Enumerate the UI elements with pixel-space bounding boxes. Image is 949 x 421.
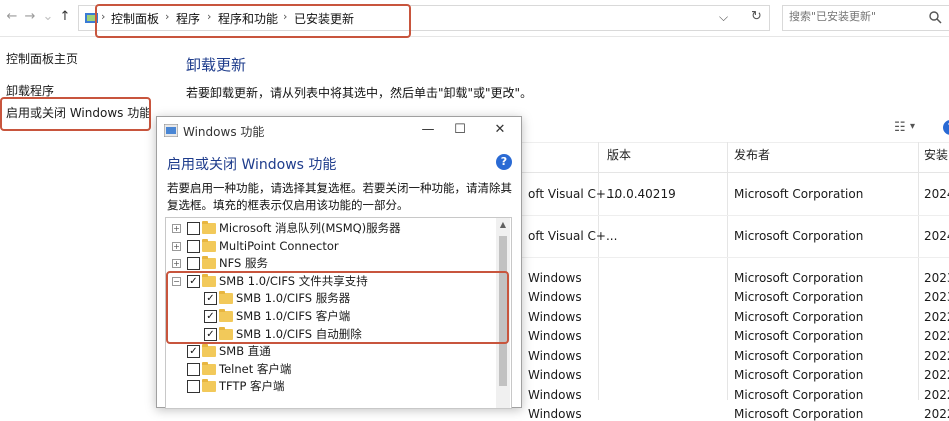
update-publisher[interactable]: Microsoft Corporation — [734, 229, 863, 243]
dialog-title: Windows 功能 — [183, 125, 265, 139]
update-name[interactable]: oft Visual C+... — [528, 229, 617, 243]
feature-item[interactable]: + Microsoft 消息队列(MSMQ)服务器 — [166, 220, 496, 237]
feature-label: Telnet 客户端 — [219, 361, 292, 376]
update-publisher[interactable]: Microsoft Corporation — [734, 290, 863, 304]
update-date[interactable]: 2023 — [924, 271, 949, 285]
row-divider — [520, 257, 949, 258]
dialog-help-icon[interactable]: ? — [496, 154, 512, 170]
update-name[interactable]: Windows — [528, 329, 582, 343]
expand-icon[interactable]: + — [172, 241, 181, 251]
update-publisher[interactable]: Microsoft Corporation — [734, 349, 863, 363]
address-highlight-box — [95, 4, 411, 38]
update-name[interactable]: Windows — [528, 407, 582, 421]
update-name[interactable]: Windows — [528, 349, 582, 363]
view-dropdown-icon[interactable]: ▾ — [910, 121, 915, 132]
header-divider — [520, 172, 949, 173]
search-input[interactable] — [787, 9, 921, 24]
dialog-description: 若要启用一种功能，请选择其复选框。若要关闭一种功能，请清除其复选框。填充的框表示… — [167, 181, 512, 212]
column-header-version[interactable]: 版本 — [607, 146, 631, 163]
update-publisher[interactable]: Microsoft Corporation — [734, 368, 863, 382]
address-dropdown-icon[interactable]: ⌵ — [719, 10, 728, 25]
update-name[interactable]: Windows — [528, 310, 582, 324]
refresh-icon[interactable]: ↻ — [751, 9, 762, 24]
update-publisher[interactable]: Microsoft Corporation — [734, 407, 863, 421]
scroll-up-icon[interactable]: ▲ — [496, 218, 510, 232]
update-name[interactable]: Windows — [528, 271, 582, 285]
smb-highlight-box — [166, 271, 509, 344]
expand-icon[interactable]: + — [172, 259, 181, 269]
update-name[interactable]: Windows — [528, 290, 582, 304]
update-publisher[interactable]: Microsoft Corporation — [734, 310, 863, 324]
sidebar-item-control-panel-home[interactable]: 控制面板主页 — [6, 50, 78, 67]
row-divider — [520, 215, 949, 216]
maximize-button[interactable]: ☐ — [445, 119, 475, 141]
close-button[interactable]: ✕ — [485, 119, 515, 141]
update-date[interactable]: 2022 — [924, 329, 949, 343]
feature-checkbox[interactable] — [187, 222, 200, 235]
expand-icon[interactable]: + — [172, 224, 181, 233]
back-button[interactable]: ← — [4, 8, 20, 26]
feature-checkbox[interactable] — [187, 257, 200, 271]
update-date[interactable]: 2024 — [924, 187, 949, 201]
windows-features-dialog: Windows 功能 — ☐ ✕ 启用或关闭 Windows 功能 ? 若要启用… — [156, 116, 522, 409]
feature-checkbox[interactable] — [187, 239, 200, 253]
update-publisher[interactable]: Microsoft Corporation — [734, 329, 863, 343]
feature-label: NFS 服务 — [219, 256, 268, 271]
update-date[interactable]: 2022 — [924, 310, 949, 324]
update-publisher[interactable]: Microsoft Corporation — [734, 271, 863, 285]
folder-icon — [202, 238, 216, 252]
feature-item[interactable]: + NFS 服务 — [166, 255, 496, 272]
column-divider — [727, 142, 728, 400]
dialog-heading: 启用或关闭 Windows 功能 — [167, 157, 337, 173]
feature-item[interactable]: TFTP 客户端 — [166, 378, 496, 395]
sidebar-highlight-box — [0, 97, 151, 131]
feature-checkbox[interactable] — [187, 380, 200, 394]
update-date[interactable]: 2024 — [924, 229, 949, 243]
feature-item[interactable]: Telnet 客户端 — [166, 361, 496, 378]
folder-icon — [202, 361, 216, 375]
windows-features-icon — [164, 124, 178, 137]
update-name[interactable]: oft Visual C+... — [528, 187, 617, 201]
feature-label: Microsoft 消息队列(MSMQ)服务器 — [219, 221, 401, 235]
dropdown-history-button[interactable]: ⌄ — [40, 8, 56, 26]
folder-icon — [202, 344, 216, 358]
forward-button[interactable]: → — [22, 8, 38, 26]
update-date[interactable]: 2023 — [924, 290, 949, 304]
up-button[interactable]: ↑ — [57, 8, 73, 26]
feature-checkbox[interactable]: ✓ — [187, 345, 200, 359]
feature-item[interactable]: + MultiPoint Connector — [166, 238, 496, 255]
feature-item[interactable]: ✓ SMB 直通 — [166, 343, 496, 360]
folder-icon — [202, 221, 216, 234]
column-header-publisher[interactable]: 发布者 — [734, 146, 770, 163]
minimize-button[interactable]: — — [413, 119, 443, 141]
column-divider — [918, 142, 919, 400]
column-header-installed-on[interactable]: 安装 — [924, 146, 948, 163]
search-icon[interactable] — [929, 11, 942, 24]
update-date[interactable]: 2022 — [924, 407, 949, 421]
page-description: 若要卸载更新，请从列表中将其选中，然后单击"卸载"或"更改"。 — [186, 86, 533, 100]
update-publisher[interactable]: Microsoft Corporation — [734, 187, 863, 201]
update-date[interactable]: 2022 — [924, 368, 949, 382]
feature-label: TFTP 客户端 — [219, 379, 285, 394]
feature-label: SMB 直通 — [219, 344, 271, 359]
update-version[interactable]: 10.0.40219 — [607, 187, 676, 201]
search-box[interactable] — [782, 5, 949, 31]
update-date[interactable]: 2022 — [924, 349, 949, 363]
help-icon[interactable]: ? — [943, 120, 949, 135]
address-toolbar: ← → ⌄ ↑ › 控制面板 › 程序 › 程序和功能 › 已安装更新 ⌵ ↻ — [0, 0, 949, 38]
page-title: 卸载更新 — [186, 56, 247, 74]
feature-checkbox[interactable] — [187, 362, 200, 376]
feature-label: MultiPoint Connector — [219, 238, 339, 253]
folder-icon — [202, 256, 216, 270]
view-toolbar: ☷ ▾ ? — [520, 116, 949, 143]
folder-icon — [202, 379, 216, 393]
column-divider — [598, 142, 599, 400]
view-options-icon[interactable]: ☷ — [894, 120, 906, 135]
update-name[interactable]: Windows — [528, 368, 582, 382]
